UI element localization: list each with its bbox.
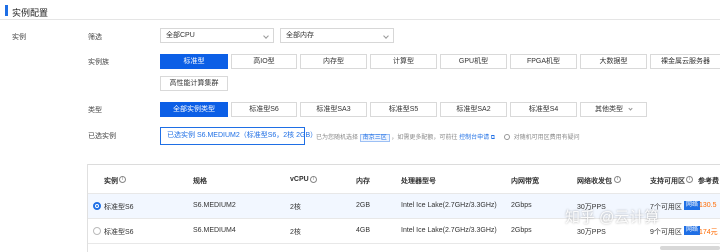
question-icon [504,134,510,140]
row-radio-selected[interactable] [93,202,101,210]
col-header-zones: 支持可用区 [650,178,685,185]
type-option-s5[interactable]: 标准型S5 [370,102,437,117]
table-top-border [87,164,720,165]
info-icon: i [119,176,126,183]
family-option-fpga[interactable]: FPGA机型 [510,54,577,69]
row-divider [88,243,720,244]
instance-label: 实例 [12,34,26,41]
col-header-instance: 实例 [104,178,118,185]
info-icon: i [310,176,317,183]
random-zone-fee-text: 对随机可用区费用有疑问 [513,135,580,141]
cell-instance: 标准型S6 [104,204,134,211]
type-option-other[interactable]: 其他类型 [580,102,647,117]
random-zone-fee-note: 对随机可用区费用有疑问 [504,132,580,141]
col-header-memory: 内存 [356,178,370,185]
cell-bandwidth: 2Gbps [511,202,532,209]
cell-price: 130.5 [699,202,717,209]
selected-instance-box: 已选实例 S6.MEDIUM2（标准型S6，2核 2GB） [160,127,317,145]
filter-label: 筛选 [88,34,102,41]
selected-label: 已选实例 [88,133,116,140]
note-mid: ，如需更多配额，可前往 [391,135,458,141]
cell-spec: S6.MEDIUM2 [193,202,236,209]
col-header-bandwidth: 内网带宽 [511,178,539,185]
row-radio[interactable] [93,227,101,235]
section-title: 实例配置 [12,8,49,18]
family-option-bigdata[interactable]: 大数据型 [580,54,647,69]
cell-pps: 30万PPS [577,229,606,236]
note-prefix: 已为您随机选择 [316,135,359,141]
family-option-standard[interactable]: 标准型 [160,54,228,69]
family-option-bare-metal[interactable]: 裸金属云服务器 [650,54,720,69]
type-option-sa3[interactable]: 标准型SA3 [300,102,367,117]
col-header-pps: 网络收发包 [577,178,612,185]
family-label: 实例族 [88,59,109,66]
section-header [0,0,720,20]
watermark: 知乎 @云计算 [565,209,660,226]
memory-select[interactable]: 全部内存 [280,28,394,43]
memory-select-value: 全部内存 [286,32,314,39]
family-option-gpu[interactable]: GPU机型 [440,54,507,69]
family-option-compute[interactable]: 计算型 [370,54,437,69]
chevron-down-icon [383,33,389,39]
cpu-select-value: 全部CPU [166,32,195,39]
info-icon: i [686,176,693,183]
external-link-icon: ⧉ [490,135,496,141]
type-option-s4[interactable]: 标准型S4 [510,102,577,117]
network-badge: 网络 [684,201,701,210]
selected-note: 已为您随机选择 南京三区 ，如需更多配额，可前往 控制台申请 ⧉ [316,132,495,142]
family-option-hpc-cluster[interactable]: 高性能计算集群 [160,76,228,91]
type-option-all[interactable]: 全部实例类型 [160,102,228,117]
info-icon: i [614,176,621,183]
chevron-down-icon [628,106,633,111]
type-option-s6[interactable]: 标准型S6 [231,102,297,117]
col-header-spec: 规格 [193,178,207,185]
chevron-down-icon [263,33,269,39]
cell-zones: 9个可用区 [650,229,682,236]
cell-vcpu: 2核 [290,229,301,236]
cell-spec: S6.MEDIUM4 [193,227,236,234]
console-apply-link[interactable]: 控制台申请 [459,135,489,141]
cpu-select[interactable]: 全部CPU [160,28,274,43]
cell-memory: 4GB [356,227,371,234]
zone-tag: 南京三区 [359,134,390,142]
col-header-cpu-model: 处理器型号 [401,178,436,185]
network-badge: 网络 [684,226,701,235]
horizontal-scrollbar[interactable] [660,246,720,250]
cell-cpu-model: Intel Ice Lake(2.7GHz/3.3GHz) [401,227,497,234]
type-option-other-label: 其他类型 [595,106,624,113]
type-option-sa2[interactable]: 标准型SA2 [440,102,507,117]
family-option-memory[interactable]: 内存型 [300,54,367,69]
col-header-vcpu: vCPU [290,176,309,183]
cell-cpu-model: Intel Ice Lake(2.7GHz/3.3GHz) [401,202,497,209]
type-label: 类型 [88,107,102,114]
cell-bandwidth: 2Gbps [511,227,532,234]
cell-price: 174元 [699,229,718,236]
cell-memory: 2GB [356,202,371,209]
cell-instance: 标准型S6 [104,229,134,236]
cell-vcpu: 2核 [290,204,301,211]
col-header-price: 参考费 [698,178,719,185]
family-option-high-io[interactable]: 高IO型 [231,54,297,69]
section-accent-bar [5,5,8,16]
